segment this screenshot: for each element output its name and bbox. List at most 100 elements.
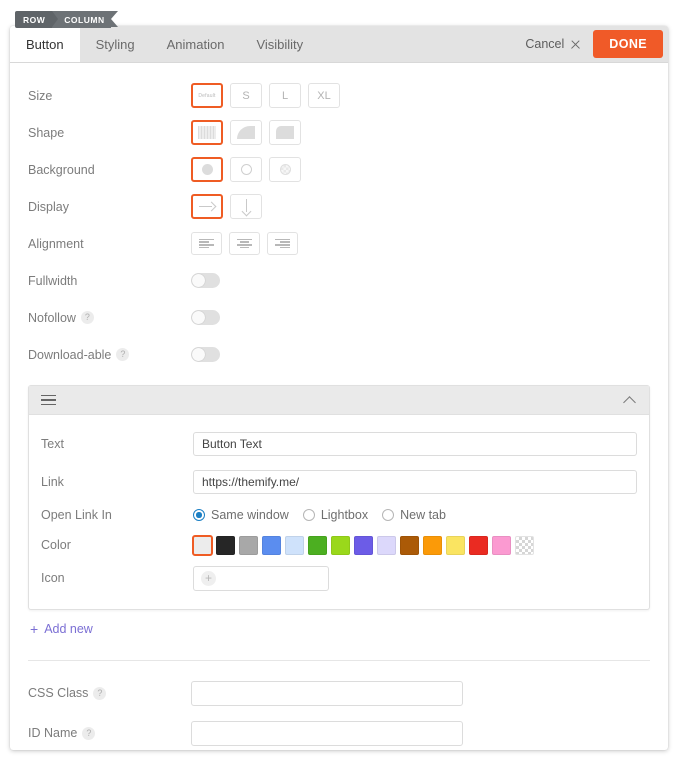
color-swatch-3[interactable] [262,535,281,555]
tab-bar: Button Styling Animation Visibility Canc… [10,26,668,63]
module-row-link: Link [41,463,637,501]
shape-options [191,120,308,145]
background-option-outline[interactable] [230,157,262,182]
radio-dot-icon [302,509,315,521]
alignment-option-center[interactable] [229,232,260,255]
breadcrumb-item-row[interactable]: ROW [15,11,53,28]
background-options [191,157,308,182]
size-option-s[interactable]: S [230,83,262,108]
color-swatch-0[interactable] [192,534,213,556]
tab-animation-label: Animation [166,36,225,52]
radio-dot-icon [382,509,395,521]
open-link-in-radios: Same window Lightbox New tab [193,508,446,522]
size-option-l[interactable]: L [269,83,301,108]
shape-label: Shape [28,125,65,140]
display-option-inline[interactable] [191,194,223,219]
color-swatch-7[interactable] [354,535,373,555]
add-new-label: Add new [44,622,93,636]
done-button[interactable]: DONE [593,30,663,58]
link-label: Link [41,475,64,489]
button-module-settings-screen: ROW COLUMN Button Styling Animation Visi… [0,0,678,777]
downloadable-toggle[interactable] [191,347,220,362]
background-label-wrap: Background [28,163,191,177]
alignment-label-wrap: Alignment [28,237,191,251]
color-swatch-2[interactable] [239,535,258,555]
color-swatch-9[interactable] [400,535,419,555]
drag-handle-icon[interactable] [41,394,56,406]
icon-picker-field[interactable]: + [193,565,329,591]
radio-lightbox[interactable]: Lightbox [302,508,369,522]
field-row-nofollow: Nofollow ? [28,299,650,336]
field-row-alignment: Alignment [28,225,650,262]
nofollow-help-icon[interactable]: ? [80,311,94,324]
rounded-small-shape-icon [276,126,294,139]
alignment-option-left[interactable] [191,232,222,255]
color-swatch-5[interactable] [308,535,327,555]
color-swatch-11[interactable] [446,535,465,555]
downloadable-help-icon[interactable]: ? [116,348,130,361]
tab-styling[interactable]: Styling [80,26,151,62]
background-option-filled[interactable] [191,157,223,182]
display-options [191,194,269,219]
radio-lightbox-label: Lightbox [320,508,369,522]
nofollow-toggle[interactable] [191,310,220,325]
breadcrumb-column-label: COLUMN [64,14,105,25]
align-center-icon [237,238,252,249]
icon-label: Icon [41,571,65,585]
css-class-input[interactable] [191,680,463,706]
toggle-knob [192,274,205,287]
id-name-help-icon[interactable]: ? [82,726,96,740]
radio-new-tab[interactable]: New tab [382,508,446,522]
css-class-help-icon[interactable]: ? [93,686,107,700]
done-button-label: DONE [609,37,647,51]
chevron-up-icon[interactable] [624,396,637,404]
size-option-xl[interactable]: XL [308,83,340,108]
link-input[interactable] [193,470,637,494]
close-icon [570,39,581,50]
alignment-option-right[interactable] [267,232,298,255]
button-item-module: Text Link Open Link In Same window [28,385,650,610]
tab-visibility[interactable]: Visibility [240,26,319,62]
shape-option-rounded-large[interactable] [230,120,262,145]
tab-button[interactable]: Button [10,26,80,62]
color-swatch-transparent[interactable] [515,535,534,555]
field-row-downloadable: Download-able ? [28,336,650,373]
background-option-transparent[interactable] [269,157,301,182]
rounded-large-shape-icon [237,126,255,139]
shape-option-square[interactable] [191,120,223,145]
color-swatch-6[interactable] [331,535,350,555]
tab-bar-actions: Cancel DONE [515,26,668,62]
id-name-input[interactable] [191,720,463,746]
color-swatch-13[interactable] [492,535,511,555]
color-swatch-12[interactable] [469,535,488,555]
tab-styling-label: Styling [95,36,135,52]
size-option-default[interactable]: Default [191,83,223,108]
filled-circle-icon [201,164,213,175]
tab-animation[interactable]: Animation [151,26,241,62]
breadcrumb-arrow-icon [110,11,118,27]
settings-body: Size Default S L XL Shape Background Dis… [10,63,668,750]
nofollow-label: Nofollow [28,310,76,325]
text-input[interactable] [193,432,637,456]
fullwidth-control [191,273,220,288]
fullwidth-toggle[interactable] [191,273,220,288]
radio-same-window[interactable]: Same window [193,508,289,522]
settings-panel: Button Styling Animation Visibility Canc… [10,26,668,750]
downloadable-label-wrap: Download-able ? [28,348,191,362]
display-option-block[interactable] [230,194,262,219]
module-row-icon: Icon + [41,561,637,595]
tab-button-label: Button [26,36,64,52]
color-swatch-4[interactable] [285,535,304,555]
add-new-button[interactable]: + Add new [30,622,650,636]
color-swatch-10[interactable] [423,535,442,555]
breadcrumb-item-column[interactable]: COLUMN [52,11,111,28]
alignment-label: Alignment [28,236,84,251]
shape-option-rounded-small[interactable] [269,120,301,145]
field-row-size: Size Default S L XL [28,77,650,114]
cancel-button-label: Cancel [525,37,565,51]
color-swatch-8[interactable] [377,535,396,555]
cancel-button[interactable]: Cancel [515,37,593,51]
field-row-shape: Shape [28,114,650,151]
color-swatch-1[interactable] [216,535,235,555]
field-row-display: Display [28,188,650,225]
